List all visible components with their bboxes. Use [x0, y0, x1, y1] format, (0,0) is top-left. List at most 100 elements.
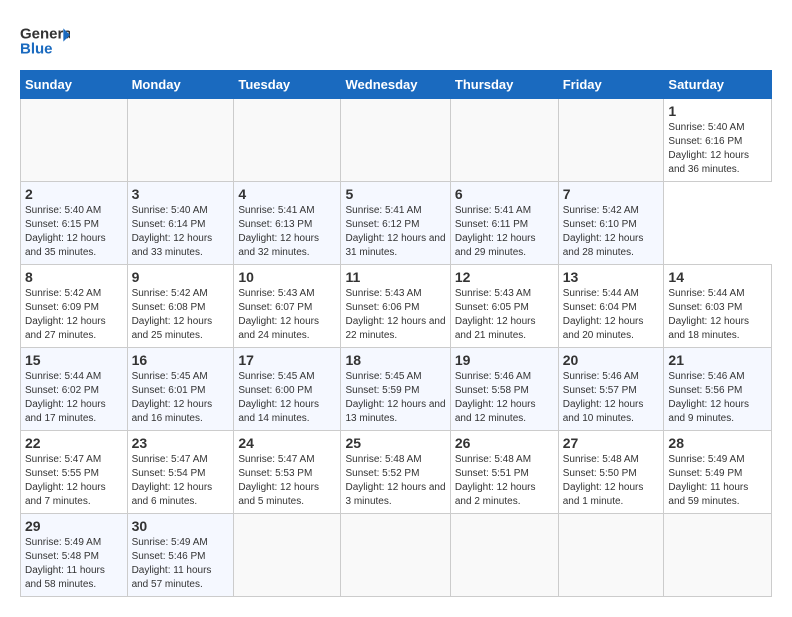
calendar-cell	[664, 514, 772, 597]
calendar-cell: 1 Sunrise: 5:40 AMSunset: 6:16 PMDaylight…	[664, 99, 772, 182]
day-number: 4	[238, 186, 336, 202]
calendar-cell: 9 Sunrise: 5:42 AMSunset: 6:08 PMDaylight…	[127, 265, 234, 348]
calendar-cell	[450, 99, 558, 182]
day-number: 7	[563, 186, 660, 202]
col-header-saturday: Saturday	[664, 71, 772, 99]
day-info: Sunrise: 5:44 AMSunset: 6:04 PMDaylight:…	[563, 287, 660, 343]
logo: General Blue	[20, 20, 74, 60]
day-number: 22	[25, 435, 123, 451]
day-number: 19	[455, 352, 554, 368]
calendar-cell: 11 Sunrise: 5:43 AMSunset: 6:06 PMDayligh…	[341, 265, 450, 348]
day-info: Sunrise: 5:44 AMSunset: 6:03 PMDaylight:…	[668, 287, 767, 343]
day-number: 30	[132, 518, 230, 534]
day-info: Sunrise: 5:46 AMSunset: 5:56 PMDaylight:…	[668, 370, 767, 426]
day-number: 5	[345, 186, 445, 202]
calendar-cell: 27 Sunrise: 5:48 AMSunset: 5:50 PMDayligh…	[558, 431, 664, 514]
day-number: 25	[345, 435, 445, 451]
day-info: Sunrise: 5:46 AMSunset: 5:58 PMDaylight:…	[455, 370, 554, 426]
calendar-cell: 29Sunrise: 5:49 AMSunset: 5:48 PMDayligh…	[21, 514, 128, 597]
calendar-cell: 7 Sunrise: 5:42 AMSunset: 6:10 PMDaylight…	[558, 182, 664, 265]
calendar-cell	[21, 99, 128, 182]
calendar-cell	[341, 514, 450, 597]
calendar-cell: 21Sunrise: 5:46 AMSunset: 5:56 PMDayligh…	[664, 348, 772, 431]
day-number: 6	[455, 186, 554, 202]
day-info: Sunrise: 5:41 AMSunset: 6:13 PMDaylight:…	[238, 204, 336, 260]
day-number: 23	[132, 435, 230, 451]
calendar-cell: 8Sunrise: 5:42 AMSunset: 6:09 PMDaylight…	[21, 265, 128, 348]
calendar-week-row: 8Sunrise: 5:42 AMSunset: 6:09 PMDaylight…	[21, 265, 772, 348]
calendar-cell: 3Sunrise: 5:40 AMSunset: 6:14 PMDaylight…	[127, 182, 234, 265]
col-header-thursday: Thursday	[450, 71, 558, 99]
day-info: Sunrise: 5:49 AMSunset: 5:48 PMDaylight:…	[25, 536, 123, 592]
calendar-week-row: 2Sunrise: 5:40 AMSunset: 6:15 PMDaylight…	[21, 182, 772, 265]
generalblue-logo-icon: General Blue	[20, 20, 70, 60]
calendar-cell	[450, 514, 558, 597]
calendar-cell: 16Sunrise: 5:45 AMSunset: 6:01 PMDayligh…	[127, 348, 234, 431]
day-info: Sunrise: 5:41 AMSunset: 6:12 PMDaylight:…	[345, 204, 445, 260]
day-info: Sunrise: 5:40 AMSunset: 6:14 PMDaylight:…	[132, 204, 230, 260]
day-number: 27	[563, 435, 660, 451]
calendar-cell	[234, 99, 341, 182]
day-number: 15	[25, 352, 123, 368]
calendar-cell: 6 Sunrise: 5:41 AMSunset: 6:11 PMDaylight…	[450, 182, 558, 265]
day-info: Sunrise: 5:43 AMSunset: 6:06 PMDaylight:…	[345, 287, 445, 343]
calendar-cell	[558, 99, 664, 182]
calendar-cell: 12Sunrise: 5:43 AMSunset: 6:05 PMDayligh…	[450, 265, 558, 348]
calendar-cell: 20 Sunrise: 5:46 AMSunset: 5:57 PMDayligh…	[558, 348, 664, 431]
day-number: 12	[455, 269, 554, 285]
calendar-cell: 23 Sunrise: 5:47 AMSunset: 5:54 PMDayligh…	[127, 431, 234, 514]
calendar-cell	[234, 514, 341, 597]
calendar-cell: 10 Sunrise: 5:43 AMSunset: 6:07 PMDayligh…	[234, 265, 341, 348]
day-info: Sunrise: 5:45 AMSunset: 6:00 PMDaylight:…	[238, 370, 336, 426]
calendar-week-row: 29Sunrise: 5:49 AMSunset: 5:48 PMDayligh…	[21, 514, 772, 597]
day-info: Sunrise: 5:43 AMSunset: 6:07 PMDaylight:…	[238, 287, 336, 343]
day-number: 20	[563, 352, 660, 368]
calendar-week-row: 1 Sunrise: 5:40 AMSunset: 6:16 PMDaylight…	[21, 99, 772, 182]
day-info: Sunrise: 5:49 AMSunset: 5:49 PMDaylight:…	[668, 453, 767, 509]
calendar-header-row: SundayMondayTuesdayWednesdayThursdayFrid…	[21, 71, 772, 99]
calendar-cell	[341, 99, 450, 182]
calendar-cell: 5 Sunrise: 5:41 AMSunset: 6:12 PMDaylight…	[341, 182, 450, 265]
col-header-monday: Monday	[127, 71, 234, 99]
day-info: Sunrise: 5:42 AMSunset: 6:08 PMDaylight:…	[132, 287, 230, 343]
day-info: Sunrise: 5:42 AMSunset: 6:10 PMDaylight:…	[563, 204, 660, 260]
day-number: 28	[668, 435, 767, 451]
day-info: Sunrise: 5:40 AMSunset: 6:16 PMDaylight:…	[668, 121, 767, 177]
col-header-wednesday: Wednesday	[341, 71, 450, 99]
calendar-cell	[127, 99, 234, 182]
day-info: Sunrise: 5:48 AMSunset: 5:51 PMDaylight:…	[455, 453, 554, 509]
day-info: Sunrise: 5:49 AMSunset: 5:46 PMDaylight:…	[132, 536, 230, 592]
day-number: 18	[345, 352, 445, 368]
calendar-cell: 17Sunrise: 5:45 AMSunset: 6:00 PMDayligh…	[234, 348, 341, 431]
calendar-cell: 2Sunrise: 5:40 AMSunset: 6:15 PMDaylight…	[21, 182, 128, 265]
calendar-cell: 18Sunrise: 5:45 AMSunset: 5:59 PMDayligh…	[341, 348, 450, 431]
day-number: 24	[238, 435, 336, 451]
calendar-week-row: 15Sunrise: 5:44 AMSunset: 6:02 PMDayligh…	[21, 348, 772, 431]
calendar-week-row: 22 Sunrise: 5:47 AMSunset: 5:55 PMDayligh…	[21, 431, 772, 514]
page-header: General Blue	[20, 20, 772, 60]
calendar-cell: 30 Sunrise: 5:49 AMSunset: 5:46 PMDayligh…	[127, 514, 234, 597]
day-info: Sunrise: 5:46 AMSunset: 5:57 PMDaylight:…	[563, 370, 660, 426]
day-number: 11	[345, 269, 445, 285]
day-number: 10	[238, 269, 336, 285]
day-info: Sunrise: 5:47 AMSunset: 5:54 PMDaylight:…	[132, 453, 230, 509]
day-number: 2	[25, 186, 123, 202]
calendar-cell: 28 Sunrise: 5:49 AMSunset: 5:49 PMDayligh…	[664, 431, 772, 514]
day-number: 9	[132, 269, 230, 285]
day-number: 8	[25, 269, 123, 285]
day-number: 16	[132, 352, 230, 368]
col-header-sunday: Sunday	[21, 71, 128, 99]
day-info: Sunrise: 5:47 AMSunset: 5:55 PMDaylight:…	[25, 453, 123, 509]
calendar-cell: 13Sunrise: 5:44 AMSunset: 6:04 PMDayligh…	[558, 265, 664, 348]
calendar-table: SundayMondayTuesdayWednesdayThursdayFrid…	[20, 70, 772, 597]
calendar-cell: 26 Sunrise: 5:48 AMSunset: 5:51 PMDayligh…	[450, 431, 558, 514]
day-info: Sunrise: 5:48 AMSunset: 5:52 PMDaylight:…	[345, 453, 445, 509]
calendar-cell	[558, 514, 664, 597]
svg-text:Blue: Blue	[20, 40, 53, 57]
day-number: 26	[455, 435, 554, 451]
day-number: 1	[668, 103, 767, 119]
day-info: Sunrise: 5:41 AMSunset: 6:11 PMDaylight:…	[455, 204, 554, 260]
day-info: Sunrise: 5:48 AMSunset: 5:50 PMDaylight:…	[563, 453, 660, 509]
day-info: Sunrise: 5:47 AMSunset: 5:53 PMDaylight:…	[238, 453, 336, 509]
calendar-cell: 14Sunrise: 5:44 AMSunset: 6:03 PMDayligh…	[664, 265, 772, 348]
